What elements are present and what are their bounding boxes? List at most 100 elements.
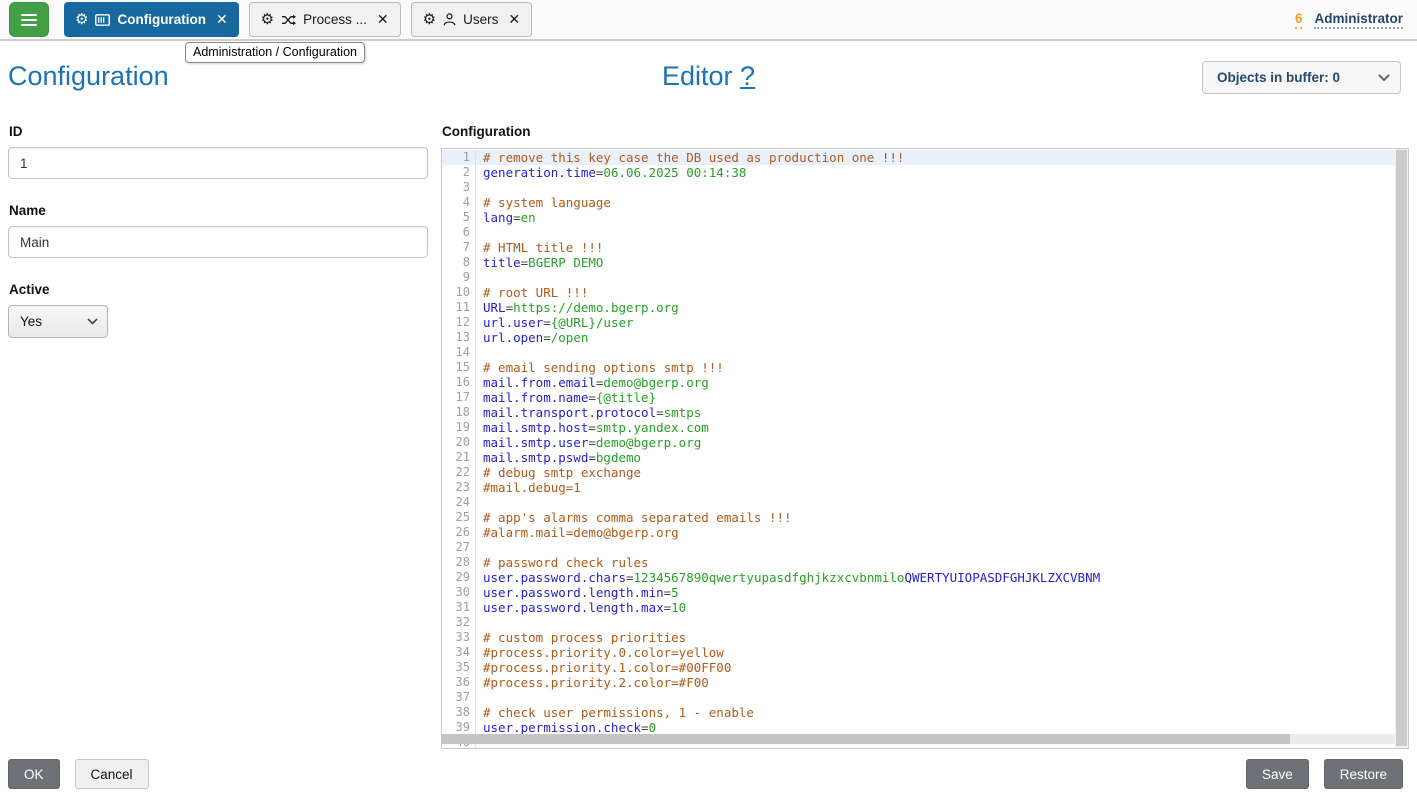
buffer-label: Objects in buffer: 0 [1217, 70, 1340, 85]
code-text [476, 690, 483, 705]
code-line[interactable]: 37 [442, 690, 1395, 705]
tab-configuration[interactable]: ⚙ Configuration ✕ [64, 2, 239, 37]
line-number: 7 [442, 240, 476, 255]
code-line[interactable]: 2generation.time=06.06.2025 00:14:38 [442, 165, 1395, 180]
line-number: 1 [442, 150, 476, 165]
code-line[interactable]: 5lang=en [442, 210, 1395, 225]
code-line[interactable]: 28# password check rules [442, 555, 1395, 570]
notification-count-badge[interactable]: 6 [1295, 11, 1303, 29]
code-line[interactable]: 11URL=https://demo.bgerp.org [442, 300, 1395, 315]
line-number: 28 [442, 555, 476, 570]
code-line[interactable]: 38# check user permissions, 1 - enable [442, 705, 1395, 720]
code-text: user.password.length.min=5 [476, 585, 679, 600]
code-line[interactable]: 22# debug smtp exchange [442, 465, 1395, 480]
code-line[interactable]: 34#process.priority.0.color=yellow [442, 645, 1395, 660]
line-number: 38 [442, 705, 476, 720]
code-line[interactable]: 19mail.smtp.host=smtp.yandex.com [442, 420, 1395, 435]
code-line[interactable]: 27 [442, 540, 1395, 555]
active-label: Active [9, 282, 428, 297]
code-line[interactable]: 35#process.priority.1.color=#00FF00 [442, 660, 1395, 675]
user-icon [443, 13, 456, 26]
save-button[interactable]: Save [1246, 759, 1309, 789]
code-line[interactable]: 10# root URL !!! [442, 285, 1395, 300]
current-user-link[interactable]: Administrator [1314, 11, 1403, 29]
line-number: 37 [442, 690, 476, 705]
code-text: #alarm.mail=demo@bgerp.org [476, 525, 679, 540]
code-line[interactable]: 33# custom process priorities [442, 630, 1395, 645]
cancel-button[interactable]: Cancel [75, 759, 149, 789]
code-text: # remove this key case the DB used as pr… [476, 150, 904, 165]
close-icon[interactable]: ✕ [508, 11, 520, 28]
code-text: #process.priority.2.color=#F00 [476, 675, 709, 690]
code-line[interactable]: 18mail.transport.protocol=smtps [442, 405, 1395, 420]
code-text: # custom process priorities [476, 630, 686, 645]
code-line[interactable]: 4# system language [442, 195, 1395, 210]
tab-users[interactable]: ⚙ Users ✕ [411, 2, 532, 37]
horizontal-scrollbar-thumb[interactable] [442, 734, 1290, 744]
help-link[interactable]: ? [740, 61, 755, 91]
code-text: generation.time=06.06.2025 00:14:38 [476, 165, 746, 180]
code-line[interactable]: 30user.password.length.min=5 [442, 585, 1395, 600]
close-icon[interactable]: ✕ [216, 11, 228, 28]
code-line[interactable]: 14 [442, 345, 1395, 360]
code-line[interactable]: 26#alarm.mail=demo@bgerp.org [442, 525, 1395, 540]
code-line[interactable]: 15# email sending options smtp !!! [442, 360, 1395, 375]
name-label: Name [9, 203, 428, 218]
editor-actions: Save Restore [1246, 759, 1403, 789]
close-icon[interactable]: ✕ [377, 11, 389, 28]
active-select-value: Yes [20, 314, 42, 329]
code-line[interactable]: 31user.password.length.max=10 [442, 600, 1395, 615]
code-line[interactable]: 16mail.from.email=demo@bgerp.org [442, 375, 1395, 390]
code-text: title=BGERP DEMO [476, 255, 603, 270]
tab-process[interactable]: ⚙Process ...✕ [249, 2, 401, 37]
ok-button[interactable]: OK [8, 759, 60, 789]
code-line[interactable]: 7# HTML title !!! [442, 240, 1395, 255]
line-number: 8 [442, 255, 476, 270]
active-select[interactable]: Yes [8, 305, 108, 338]
code-text: mail.smtp.user=demo@bgerp.org [476, 435, 701, 450]
vertical-scrollbar-thumb[interactable] [1396, 150, 1407, 746]
code-line[interactable]: 6 [442, 225, 1395, 240]
line-number: 26 [442, 525, 476, 540]
code-line[interactable]: 29user.password.chars=1234567890qwertyup… [442, 570, 1395, 585]
code-line[interactable]: 25# app's alarms comma separated emails … [442, 510, 1395, 525]
gear-icon: ⚙ [423, 12, 436, 27]
code-line[interactable]: 36#process.priority.2.color=#F00 [442, 675, 1395, 690]
code-line[interactable]: 24 [442, 495, 1395, 510]
horizontal-scrollbar[interactable] [442, 734, 1395, 744]
name-input[interactable] [8, 226, 428, 258]
code-line[interactable]: 20mail.smtp.user=demo@bgerp.org [442, 435, 1395, 450]
code-line[interactable]: 8title=BGERP DEMO [442, 255, 1395, 270]
code-text: mail.from.email=demo@bgerp.org [476, 375, 709, 390]
tab-label: Users [463, 12, 498, 27]
code-line[interactable]: 1# remove this key case the DB used as p… [442, 150, 1395, 165]
code-text [476, 180, 483, 195]
code-line[interactable]: 3 [442, 180, 1395, 195]
vertical-scrollbar[interactable] [1395, 149, 1408, 748]
gear-icon: ⚙ [75, 12, 88, 27]
code-text: mail.transport.protocol=smtps [476, 405, 701, 420]
line-number: 17 [442, 390, 476, 405]
code-line[interactable]: 23#mail.debug=1 [442, 480, 1395, 495]
tab-label: Configuration [117, 12, 205, 27]
objects-buffer-dropdown[interactable]: Objects in buffer: 0 [1202, 61, 1401, 94]
restore-button[interactable]: Restore [1324, 759, 1403, 789]
line-number: 10 [442, 285, 476, 300]
code-text: # app's alarms comma separated emails !!… [476, 510, 792, 525]
code-line[interactable]: 12url.user={@URL}/user [442, 315, 1395, 330]
buffer-count: 0 [1333, 70, 1341, 85]
main-menu-button[interactable] [9, 2, 49, 37]
code-line[interactable]: 13url.open=/open [442, 330, 1395, 345]
code-editor[interactable]: 1# remove this key case the DB used as p… [441, 148, 1409, 749]
top-bar: ⚙Configuration✕⚙Process ...✕⚙Users✕ 6 Ad… [0, 0, 1417, 41]
code-line[interactable]: 39user.permission.check=0 [442, 720, 1395, 735]
code-line[interactable]: 21mail.smtp.pswd=bgdemo [442, 450, 1395, 465]
code-line[interactable]: 32 [442, 615, 1395, 630]
code-line[interactable]: 17mail.from.name={@title} [442, 390, 1395, 405]
code-line[interactable]: 9 [442, 270, 1395, 285]
code-text: # email sending options smtp !!! [476, 360, 724, 375]
code-text: # check user permissions, 1 - enable [476, 705, 754, 720]
code-text: mail.smtp.pswd=bgdemo [476, 450, 641, 465]
id-input[interactable] [8, 147, 428, 179]
user-area: 6 Administrator [1295, 11, 1403, 29]
